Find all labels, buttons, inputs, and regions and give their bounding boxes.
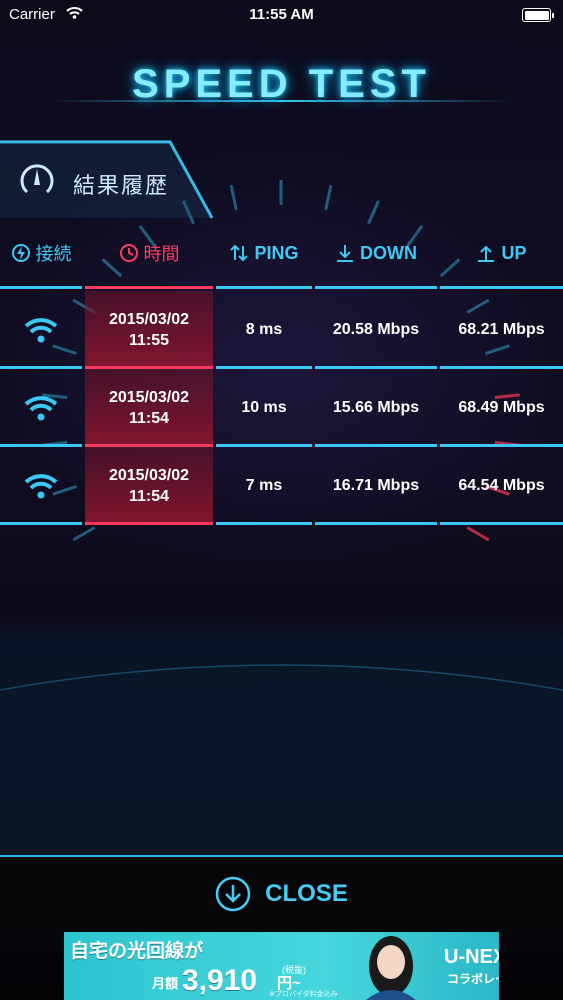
ad-model-photo <box>366 936 416 1000</box>
ping-cell: 10 ms <box>216 369 312 447</box>
gauge-tick <box>229 184 238 211</box>
wifi-icon <box>24 318 58 343</box>
column-connection: 接続 <box>0 236 82 270</box>
header-rule <box>0 286 82 289</box>
close-button[interactable]: CLOSE <box>0 874 563 914</box>
down-cell: 20.58 Mbps <box>315 291 437 369</box>
column-up[interactable]: UP <box>440 236 563 270</box>
ad-price: 3,910 <box>182 964 258 997</box>
status-bar: Carrier 11:55 AM <box>0 0 563 30</box>
time-cell: 2015/03/02 11:54 <box>85 447 213 525</box>
gauge-tick <box>466 526 490 542</box>
result-date: 2015/03/02 <box>108 467 190 484</box>
result-row[interactable]: 2015/03/02 11:55 8 ms 20.58 Mbps 68.21 M… <box>0 291 563 369</box>
history-gauge-icon <box>20 164 54 194</box>
result-time: 11:55 <box>128 332 170 349</box>
status-time: 11:55 AM <box>249 6 314 23</box>
result-row[interactable]: 2015/03/02 11:54 7 ms 16.71 Mbps 64.54 M… <box>0 447 563 525</box>
column-down[interactable]: DOWN <box>315 236 437 270</box>
connection-cell <box>0 447 82 525</box>
up-cell: 68.49 Mbps <box>440 369 563 447</box>
upload-icon <box>476 243 496 263</box>
result-time: 11:54 <box>128 410 170 427</box>
result-date: 2015/03/02 <box>108 311 190 328</box>
wifi-icon <box>24 474 58 499</box>
ad-banner[interactable]: 自宅の光回線が 月額 3,910 (税抜) 円~ ※プロバイダ料金込み U-NE… <box>64 932 499 1000</box>
up-cell: 68.21 Mbps <box>440 291 563 369</box>
down-cell: 15.66 Mbps <box>315 369 437 447</box>
connection-cell <box>0 291 82 369</box>
result-date: 2015/03/02 <box>108 389 190 406</box>
header-rule <box>440 286 563 289</box>
connection-cell <box>0 369 82 447</box>
ping-cell: 7 ms <box>216 447 312 525</box>
column-ping[interactable]: PING <box>216 236 312 270</box>
header-rule-active <box>85 286 213 289</box>
down-cell: 16.71 Mbps <box>315 447 437 525</box>
ad-brand: U-NEXT光 <box>444 946 499 968</box>
ping-cell: 8 ms <box>216 291 312 369</box>
wifi-icon <box>24 396 58 421</box>
connection-icon <box>11 243 31 263</box>
header-rule <box>216 286 312 289</box>
ping-arrows-icon <box>229 243 249 263</box>
result-time: 11:54 <box>128 488 170 505</box>
history-tab-label: 結果履歴 <box>73 173 170 198</box>
ad-headline: 自宅の光回線が <box>70 941 204 962</box>
ad-price-prefix: 月額 <box>152 976 179 991</box>
time-cell: 2015/03/02 11:55 <box>85 291 213 369</box>
gauge-tick <box>324 184 333 211</box>
clock-icon <box>119 243 139 263</box>
close-label: CLOSE <box>265 880 348 907</box>
gauge-tick <box>367 200 380 225</box>
time-cell: 2015/03/02 11:54 <box>85 369 213 447</box>
battery-icon <box>522 8 554 22</box>
ad-brand-sub: コラボレーション <box>447 972 499 986</box>
column-time[interactable]: 時間 <box>85 236 213 270</box>
down-arrow-circle-icon <box>215 876 251 912</box>
download-icon <box>335 243 355 263</box>
results-table-header: 接続 時間 PING DOWN UP <box>0 236 563 270</box>
header-rule <box>315 286 437 289</box>
result-row[interactable]: 2015/03/02 11:54 10 ms 15.66 Mbps 68.49 … <box>0 369 563 447</box>
page-title: SPEED TEST <box>132 62 431 106</box>
up-cell: 64.54 Mbps <box>440 447 563 525</box>
gauge-tick <box>72 526 96 542</box>
ad-footnote: ※プロバイダ料金込み <box>269 991 338 998</box>
